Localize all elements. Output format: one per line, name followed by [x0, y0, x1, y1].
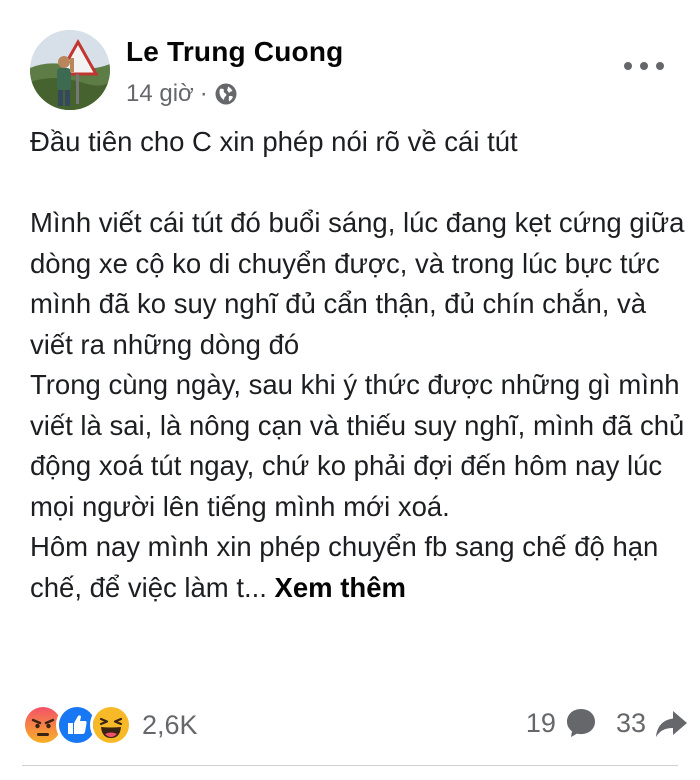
post-paragraph: Đầu tiên cho C xin phép nói rõ về cái tú…: [30, 126, 518, 157]
engagement-stats: 19 33: [526, 706, 688, 740]
author-avatar[interactable]: [30, 30, 110, 110]
comment-count: 19: [525, 707, 556, 738]
footer-divider: [22, 765, 678, 766]
more-dot: [640, 62, 648, 70]
see-more-link[interactable]: Xem thêm: [275, 572, 406, 603]
post-meta: 14 giờ ·: [126, 80, 238, 108]
post-timestamp[interactable]: 14 giờ: [126, 80, 194, 108]
comments-stat[interactable]: 19: [526, 706, 598, 740]
comment-bubble-icon: [566, 709, 595, 737]
post-paragraph: Trong cùng ngày, sau khi ý thức được nhữ…: [30, 369, 685, 522]
more-options-icon[interactable]: [624, 56, 664, 76]
meta-separator: ·: [199, 80, 208, 107]
post-text: Đầu tiên cho C xin phép nói rõ về cái tú…: [30, 122, 690, 608]
share-arrow-icon: [656, 711, 687, 737]
more-dot: [656, 62, 664, 70]
post-footer: 2,6K 19 33: [22, 700, 688, 750]
post-card: Le Trung Cuong 14 giờ · Đầu tiên cho C x…: [0, 0, 700, 780]
post-paragraph: Mình viết cái tút đó buổi sáng, lúc đang…: [30, 207, 685, 360]
reaction-count: 2,6K: [142, 709, 198, 740]
more-dot: [624, 62, 632, 70]
haha-reaction-icon: [90, 704, 132, 746]
avatar-photo: [30, 30, 110, 110]
post-header: Le Trung Cuong 14 giờ ·: [30, 30, 670, 112]
reactions-summary[interactable]: 2,6K: [22, 704, 198, 746]
share-count: 33: [615, 707, 646, 738]
author-name[interactable]: Le Trung Cuong: [126, 36, 343, 68]
post-paragraph-last: Hôm nay mình xin phép chuyển fb sang chế…: [30, 527, 690, 608]
shares-stat[interactable]: 33: [616, 706, 688, 740]
globe-icon[interactable]: [214, 82, 238, 106]
